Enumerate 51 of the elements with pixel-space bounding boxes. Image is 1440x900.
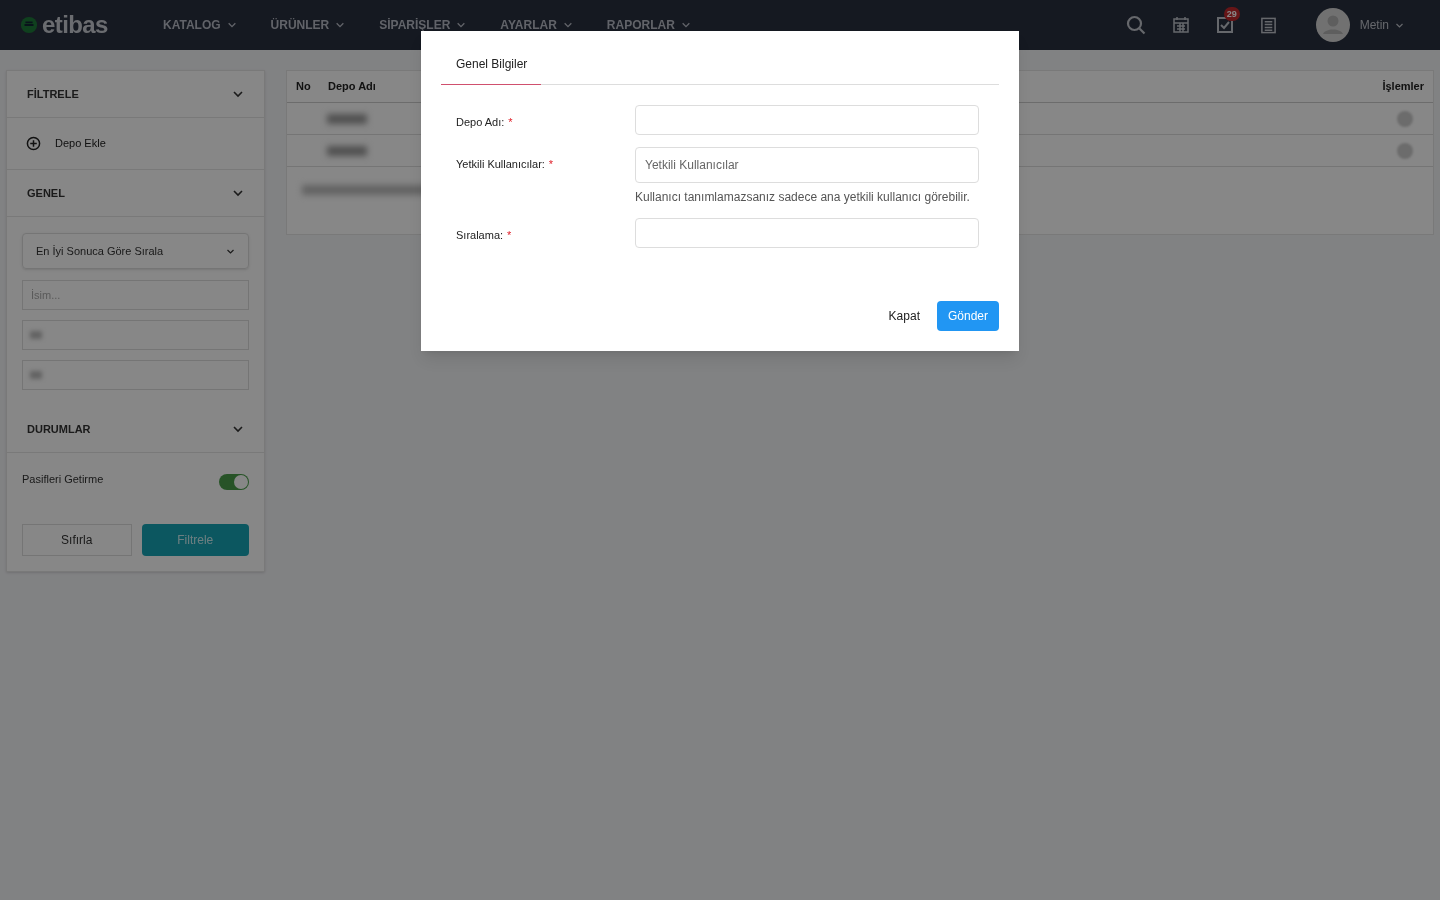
filter-input-field[interactable] — [22, 360, 249, 390]
chevron-down-icon — [680, 20, 691, 30]
task-check-icon[interactable] — [1215, 16, 1234, 34]
field-label: Depo Adı: — [456, 115, 505, 130]
document-icon[interactable] — [1259, 16, 1277, 34]
submit-button[interactable]: Gönder — [936, 301, 999, 331]
logo-text: etibas — [42, 10, 108, 40]
chevron-down-icon — [232, 187, 244, 199]
text-input-field[interactable] — [635, 105, 979, 135]
action-icon[interactable] — [1397, 110, 1413, 127]
modal-tab[interactable]: Genel Bilgiler — [441, 55, 541, 85]
column-header: Depo Adı — [328, 79, 376, 95]
chevron-down-icon — [335, 20, 346, 30]
column-header: No — [296, 79, 312, 95]
field-hint: Kullanıcı tanımlamazsanız sadece ana yetkili kullanıcı görebilir. — [635, 189, 971, 206]
avatar-icon[interactable] — [1315, 8, 1350, 42]
status-section-header[interactable]: DURUMLAR — [7, 406, 264, 453]
chevron-down-icon — [562, 20, 573, 30]
general-section-header[interactable]: GENEL — [7, 170, 264, 217]
add-warehouse-button[interactable]: Depo Ekle — [7, 118, 264, 170]
required-mark: * — [548, 157, 554, 172]
logo-icon — [20, 16, 38, 34]
chevron-down-icon — [232, 88, 244, 100]
toggle-label: Pasifleri Getirme — [22, 472, 104, 487]
calendar-icon[interactable] — [1171, 16, 1190, 34]
filter-section-header[interactable]: FİLTRELE — [7, 71, 264, 118]
nav-menu-item[interactable]: SİPARİŞLER — [379, 16, 467, 34]
search-icon[interactable] — [1125, 15, 1146, 35]
required-mark: * — [507, 228, 512, 243]
nav-menu-item[interactable]: AYARLAR — [500, 16, 573, 34]
text-input-field[interactable] — [635, 218, 979, 248]
notification-badge: 29 — [1223, 7, 1240, 21]
required-mark: * — [508, 115, 513, 130]
close-button[interactable]: Kapat — [887, 307, 921, 325]
chevron-down-icon — [232, 423, 244, 435]
field-label: Yetkili Kullanıcılar: — [456, 157, 545, 172]
text-input-field[interactable]: Yetkili Kullanıcılar — [635, 147, 979, 183]
nav-menu-item[interactable]: KATALOG — [163, 16, 237, 34]
nav-menu-item[interactable]: ÜRÜNLER — [270, 16, 346, 34]
plus-circle-icon — [26, 136, 41, 151]
sort-select[interactable]: En İyi Sonuca Göre Sırala — [22, 233, 249, 269]
filter-input-field[interactable] — [22, 320, 249, 350]
toggle-switch[interactable] — [219, 474, 249, 490]
action-icon[interactable] — [1397, 142, 1413, 159]
nav-menu-item[interactable]: RAPORLAR — [606, 16, 691, 34]
user-menu[interactable]: Metin — [1359, 16, 1404, 34]
field-label: Sıralama: — [456, 228, 504, 243]
reset-button[interactable]: Sıfırla — [22, 524, 132, 556]
chevron-down-icon — [226, 20, 237, 30]
chevron-down-icon — [456, 20, 467, 30]
column-header: İşlemler — [1382, 79, 1424, 95]
